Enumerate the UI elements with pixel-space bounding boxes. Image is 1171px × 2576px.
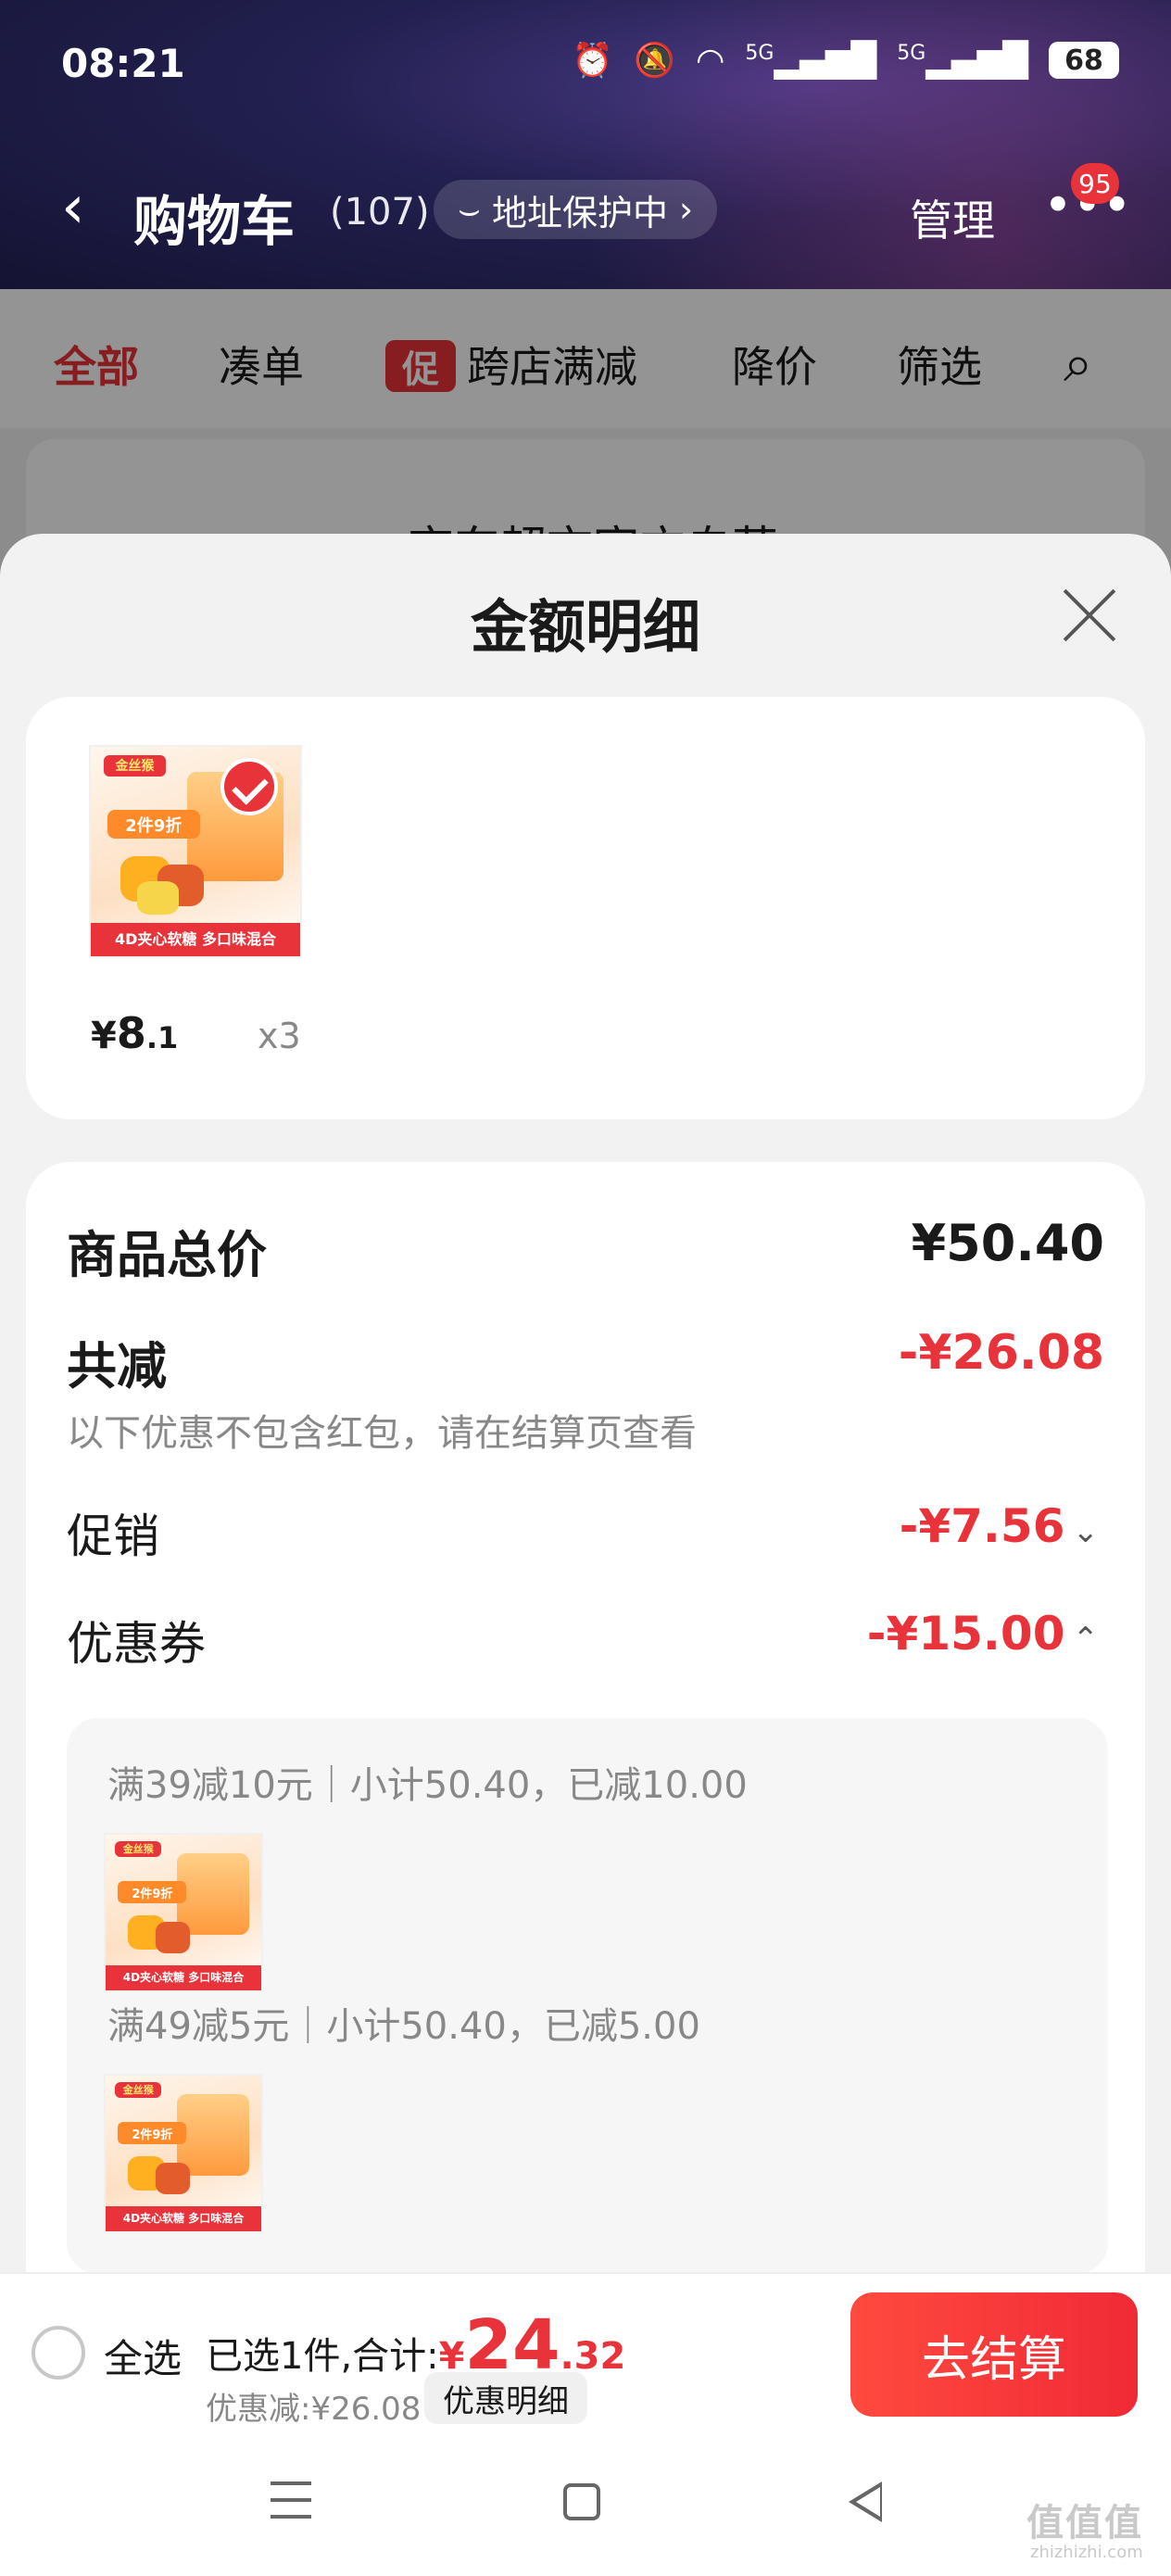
coupon-line: 满49减5元｜小计50.40，已减5.00 [107, 2005, 700, 2048]
discount-text: 优惠减:¥26.08 [206, 2391, 422, 2428]
manage-button[interactable]: 管理 [910, 187, 995, 248]
coupon-product-thumbnail: 金丝猴 2件9折 4D夹心软糖 多口味混合 [104, 2074, 263, 2233]
reduce-note: 以下优惠不包含红包，请在结算页查看 [67, 1412, 697, 1455]
sheet-title: 金额明细 [470, 593, 700, 661]
total-label: 商品总价 [67, 1226, 267, 1284]
chevron-right-icon: › [679, 189, 694, 230]
item-card: 金丝猴 2件9折 4D夹心软糖 多口味混合 ¥8.1 x3 [26, 697, 1145, 1119]
checkout-bar: 全选 已选1件,合计: ¥ 24 .32 优惠减:¥26.08 优惠明细 去结算 [0, 2272, 1171, 2431]
coupon-line: 满39减10元｜小计50.40，已减10.00 [107, 1764, 748, 1807]
item-quantity: x3 [258, 1016, 301, 1056]
checked-icon [220, 758, 278, 815]
total-value: ¥50.40 [911, 1214, 1104, 1272]
close-icon[interactable] [1060, 586, 1119, 645]
address-protect-button[interactable]: ⌣ 地址保护中 › [434, 180, 718, 239]
coupon-value: -¥15.00 [866, 1607, 1065, 1661]
home-icon[interactable] [563, 2483, 600, 2520]
selected-summary: 已选1件,合计: ¥ 24 .32 [206, 2305, 626, 2385]
back-icon[interactable]: ‹ [61, 178, 85, 237]
select-all-checkbox[interactable] [31, 2326, 85, 2380]
coupon-toggle[interactable]: -¥15.00 ⌃ [867, 1607, 1099, 1661]
page-title: 购物车 [133, 190, 296, 253]
message-badge: 95 [1071, 163, 1119, 204]
eye-closed-icon: ⌣ [458, 188, 482, 230]
reduce-label: 共减 [67, 1337, 167, 1395]
system-nav-bar [0, 2431, 1171, 2576]
chevron-down-icon: ⌄ [1072, 1513, 1100, 1550]
promo-toggle[interactable]: -¥7.56 ⌄ [900, 1499, 1099, 1553]
status-icons: ⏰ 🔕 ◠ 5G▂▄▆█ 5G▂▄▆█ 68 [572, 41, 1119, 80]
checkout-button[interactable]: 去结算 [850, 2292, 1138, 2417]
coupon-product-thumbnail: 金丝猴 2件9折 4D夹心软糖 多口味混合 [104, 1833, 263, 1992]
menu-icon[interactable] [271, 2481, 311, 2519]
total-amount: 24 [464, 2305, 560, 2385]
amount-detail-sheet: 金额明细 金丝猴 2件9折 4D夹心软糖 多口味混合 ¥8.1 x3 商品总价 … [0, 534, 1171, 2279]
mute-icon: 🔕 [634, 42, 675, 80]
coupon-detail-box: 满39减10元｜小计50.40，已减10.00 金丝猴 2件9折 4D夹心软糖 … [67, 1718, 1108, 2274]
watermark-sub: zhizhizhi.com [1030, 2543, 1143, 2562]
signal-icon: 5G▂▄▆█ [745, 41, 877, 80]
reduce-value: -¥26.08 [898, 1325, 1104, 1381]
watermark: 值值值 [1026, 2502, 1143, 2544]
coupon-label: 优惠券 [67, 1617, 206, 1671]
select-all-label[interactable]: 全选 [104, 2328, 182, 2384]
top-nav: ‹ 购物车 (107) ⌣ 地址保护中 › 管理 ••• 95 [0, 163, 1171, 259]
alarm-icon: ⏰ [572, 42, 614, 80]
back-nav-icon[interactable] [849, 2481, 882, 2522]
promo-label: 促销 [67, 1509, 159, 1563]
price-breakdown-card: 商品总价 ¥50.40 共减 -¥26.08 以下优惠不包含红包，请在结算页查看… [26, 1162, 1145, 2279]
status-time: 08:21 [61, 41, 185, 86]
item-price: ¥8.1 [91, 1008, 179, 1058]
discount-detail-button[interactable]: 优惠明细 [424, 2372, 587, 2424]
signal-icon-2: 5G▂▄▆█ [897, 41, 1028, 80]
cart-count: (107) [330, 191, 430, 234]
promo-value: -¥7.56 [899, 1499, 1065, 1553]
wifi-icon: ◠ [695, 41, 725, 80]
battery-icon: 68 [1049, 42, 1119, 79]
chevron-up-icon: ⌃ [1072, 1621, 1100, 1658]
